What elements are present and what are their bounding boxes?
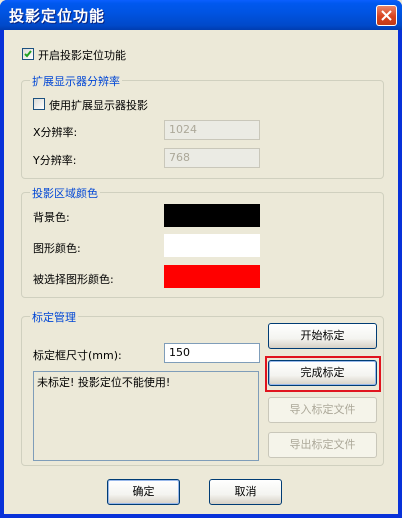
x-resolution-label: X分辨率: xyxy=(33,126,78,139)
frame-size-label: 标定框尺寸(mm): xyxy=(33,349,122,362)
projection-colors-group-title: 投影区域颜色 xyxy=(30,185,100,201)
x-resolution-input[interactable]: 1024 xyxy=(164,120,260,140)
start-calibration-button[interactable]: 开始标定 xyxy=(268,323,377,349)
use-extended-display-checkbox[interactable] xyxy=(33,98,45,110)
selected-shape-color-swatch[interactable] xyxy=(164,265,260,288)
finish-calibration-button[interactable]: 完成标定 xyxy=(268,360,377,386)
calibration-status-text: 未标定! 投影定位不能使用! xyxy=(37,376,171,389)
extended-display-group-title: 扩展显示器分辨率 xyxy=(30,73,122,89)
window-title: 投影定位功能 xyxy=(9,7,106,25)
title-bar[interactable]: 投影定位功能 xyxy=(0,0,402,30)
calibration-group-title: 标定管理 xyxy=(30,309,78,325)
use-extended-display-label[interactable]: 使用扩展显示器投影 xyxy=(49,97,148,113)
dialog-window: 投影定位功能 开启投影定位功能 扩展显示器分辨率 使用扩展显示器投影 X分辨率:… xyxy=(0,0,402,518)
import-calibration-button[interactable]: 导入标定文件 xyxy=(268,397,377,423)
close-icon xyxy=(381,10,392,21)
selected-shape-color-label: 被选择图形颜色: xyxy=(33,273,114,286)
window-frame-bottom xyxy=(0,514,402,518)
frame-size-input[interactable]: 150 xyxy=(164,343,260,363)
cancel-button[interactable]: 取消 xyxy=(209,479,282,505)
enable-projection-label[interactable]: 开启投影定位功能 xyxy=(38,47,126,63)
y-resolution-label: Y分辨率: xyxy=(33,154,77,167)
background-color-swatch[interactable] xyxy=(164,204,260,227)
checkmark-icon xyxy=(24,50,32,58)
close-button[interactable] xyxy=(376,5,397,26)
ok-button[interactable]: 确定 xyxy=(107,479,180,505)
calibration-status-box: 未标定! 投影定位不能使用! xyxy=(33,371,259,461)
y-resolution-input[interactable]: 768 xyxy=(164,148,260,168)
enable-projection-checkbox[interactable] xyxy=(22,48,34,60)
export-calibration-button[interactable]: 导出标定文件 xyxy=(268,432,377,458)
background-color-label: 背景色: xyxy=(33,211,70,224)
shape-color-swatch[interactable] xyxy=(164,234,260,257)
shape-color-label: 图形颜色: xyxy=(33,242,81,255)
